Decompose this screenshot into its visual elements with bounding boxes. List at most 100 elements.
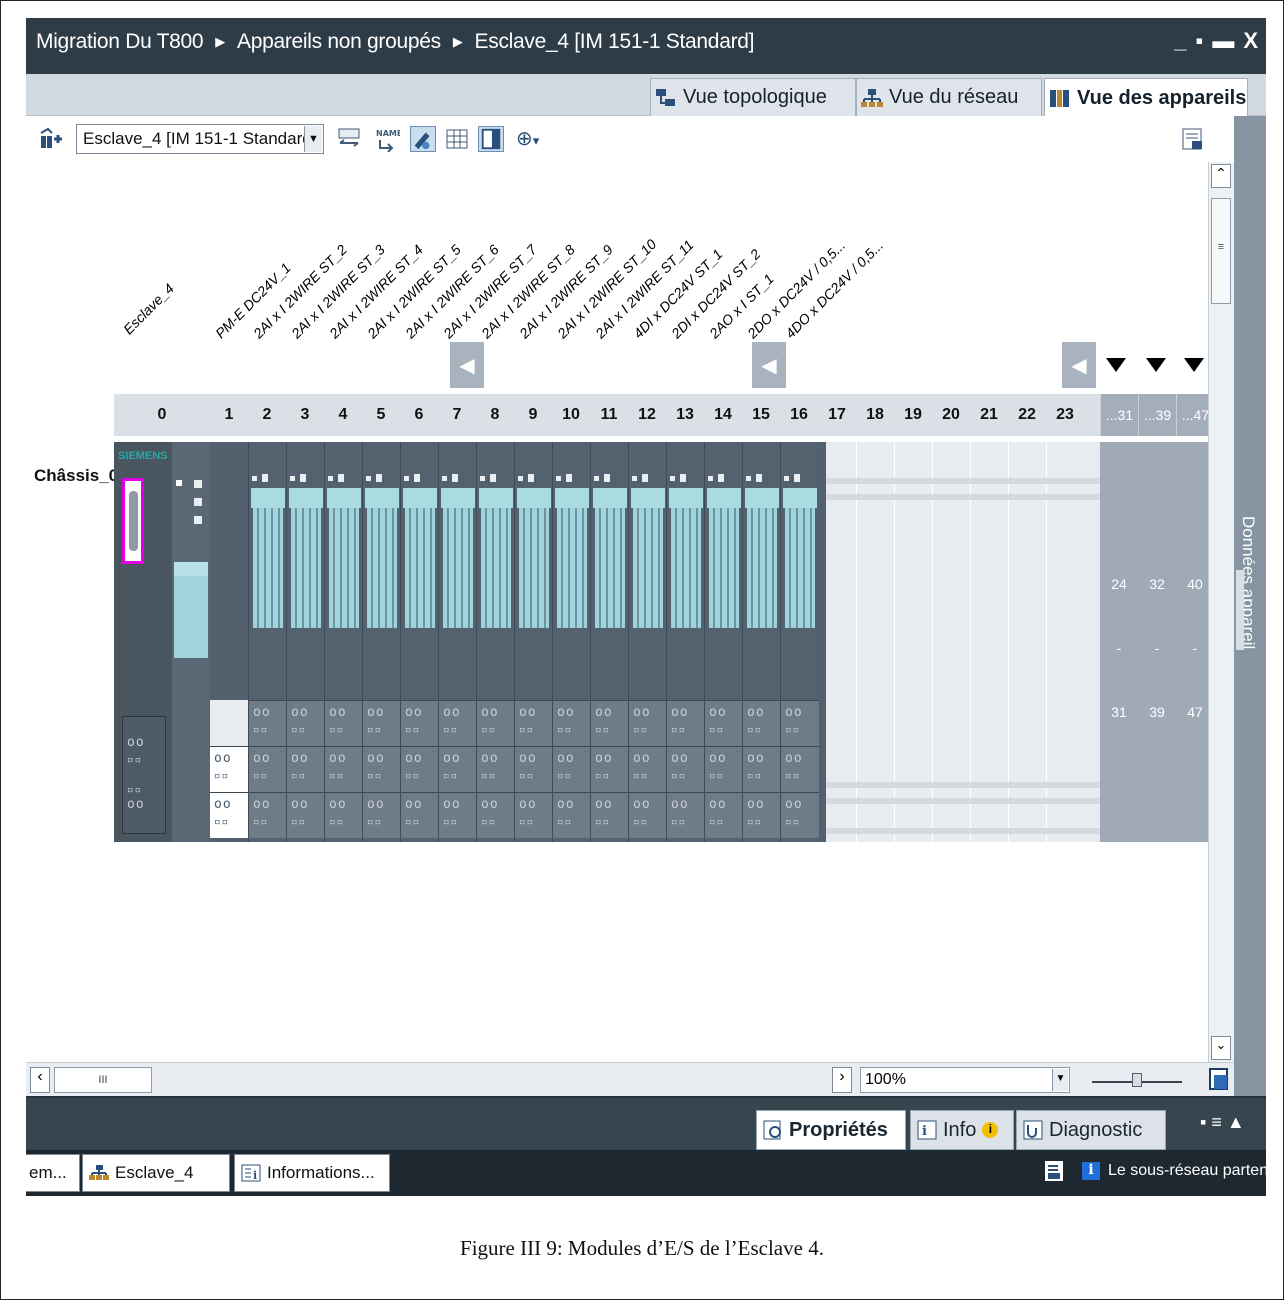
collapsed-slot-group[interactable]: 40 - 47 <box>1176 442 1208 842</box>
scroll-left-icon[interactable]: ‹ <box>30 1067 50 1093</box>
collapsed-slot-from: 32 <box>1149 576 1165 592</box>
tab-device-view[interactable]: Vue des appareils <box>1044 78 1248 117</box>
breadcrumb-project[interactable]: Migration Du T800 <box>36 30 204 54</box>
swap-view-icon[interactable] <box>336 126 362 152</box>
panel-collapse-handle[interactable] <box>1236 570 1244 650</box>
io-module[interactable]: oo ▫▫ oo ▫▫ oo ▫▫ <box>666 442 705 842</box>
io-module[interactable]: oo ▫▫ oo ▫▫ oo ▫▫ <box>324 442 363 842</box>
zoom-dropdown-icon: ▾ <box>532 133 540 148</box>
slot-number: 10 <box>562 406 580 423</box>
io-module[interactable]: oo ▫▫ oo ▫▫ oo ▫▫ <box>742 442 781 842</box>
terminal-block: oo ▫▫ <box>210 746 248 792</box>
vertical-scroll-thumb[interactable]: ≡ <box>1211 198 1231 304</box>
scroll-right-icon[interactable]: › <box>832 1067 852 1093</box>
tab-properties[interactable]: Propriétés <box>756 1110 906 1150</box>
panel-controls-icon[interactable]: ▪ ≡ ▲ <box>1200 1112 1245 1133</box>
expand-slot-icon[interactable] <box>1146 358 1166 372</box>
profibus-connector-icon[interactable] <box>122 478 144 564</box>
tab-topology-view[interactable]: Vue topologique <box>650 78 856 116</box>
expand-slot-icon[interactable] <box>1106 358 1126 372</box>
scroll-down-icon[interactable]: ⌄ <box>1211 1036 1231 1060</box>
zoom-in-icon[interactable]: ⊕▾ <box>516 126 542 152</box>
column-view-icon[interactable] <box>478 126 504 152</box>
slot-number: 19 <box>904 406 922 423</box>
collapsed-slot-number[interactable]: ...39 <box>1138 394 1176 436</box>
device-overview-icon[interactable] <box>38 126 64 152</box>
device-select-value: Esclave_4 [IM 151-1 Standard] <box>83 129 317 148</box>
rail-line <box>826 798 1100 804</box>
task-item-esclave-label: Esclave_4 <box>115 1163 194 1182</box>
scroll-up-icon[interactable]: ⌃ <box>1211 164 1231 188</box>
collapsed-slot-group[interactable]: 24 - 31 <box>1100 442 1138 842</box>
informations-icon: i <box>241 1164 261 1182</box>
io-module[interactable]: oo ▫▫ oo ▫▫ oo ▫▫ <box>628 442 667 842</box>
module-text <box>745 448 779 460</box>
device-select[interactable]: Esclave_4 [IM 151-1 Standard] ▼ <box>76 124 324 154</box>
breadcrumb-group[interactable]: Appareils non groupés <box>237 30 441 54</box>
overview-navigation-icon[interactable] <box>1208 1067 1230 1091</box>
grid-icon[interactable] <box>444 126 470 152</box>
io-module[interactable]: oo ▫▫ oo ▫▫ oo ▫▫ <box>438 442 477 842</box>
slot-number: 20 <box>942 406 960 423</box>
tab-topology-label: Vue topologique <box>683 86 827 108</box>
task-item-0[interactable]: em... <box>26 1154 80 1192</box>
scroll-left-button-3[interactable]: ◀ <box>1062 342 1096 388</box>
figure-caption: Figure III 9: Modules d’E/S de l’Esclave… <box>460 1236 824 1260</box>
zoom-select[interactable]: 100% ▼ <box>860 1067 1070 1093</box>
collapsed-slot-number[interactable]: ...31 <box>1100 394 1138 436</box>
task-item-informations[interactable]: i Informations... <box>234 1154 390 1192</box>
breadcrumb-separator-icon: ▶ <box>452 34 463 49</box>
maximize-icon[interactable]: ▬ <box>1212 28 1234 54</box>
io-module[interactable]: oo ▫▫ oo ▫▫ oo ▫▫ <box>514 442 553 842</box>
scroll-left-button[interactable]: ◀ <box>450 342 484 388</box>
horizontal-scroll-thumb[interactable]: III <box>54 1067 152 1093</box>
module-text <box>327 448 361 460</box>
status-message[interactable]: i Le sous-réseau partena <box>1082 1162 1266 1180</box>
collapsed-slot-number[interactable]: ...47 <box>1176 394 1208 436</box>
chevron-down-icon[interactable]: ▼ <box>1052 1069 1068 1091</box>
name-label-icon[interactable]: NAME <box>374 126 400 152</box>
expand-slot-icon[interactable] <box>1184 358 1204 372</box>
vertical-scrollbar[interactable]: ⌃ ≡ ⌄ <box>1208 162 1234 1062</box>
io-module[interactable]: oo ▫▫ oo ▫▫ oo ▫▫ <box>704 442 743 842</box>
device-canvas[interactable]: Esclave_4 PM-E DC24V_1 2AI x I 2WIRE ST_2… <box>26 162 1208 1062</box>
io-module[interactable]: oo ▫▫ oo ▫▫ oo ▫▫ <box>362 442 401 842</box>
module-text <box>251 448 285 460</box>
module-text <box>441 448 475 460</box>
tab-diagnostic[interactable]: Diagnostic <box>1016 1110 1166 1150</box>
chevron-down-icon[interactable]: ▼ <box>304 126 322 152</box>
power-module-base <box>210 700 248 746</box>
properties-panel-icon[interactable] <box>1180 126 1206 152</box>
siemens-logo: SIEMENS <box>118 450 168 462</box>
close-icon[interactable]: X <box>1243 28 1258 54</box>
horizontal-scrollbar[interactable]: ‹ III › 100% ▼ <box>26 1062 1234 1096</box>
task-item-esclave[interactable]: Esclave_4 <box>82 1154 230 1192</box>
edit-mode-icon[interactable] <box>410 126 436 152</box>
io-module[interactable]: oo ▫▫ oo ▫▫ oo ▫▫ <box>476 442 515 842</box>
io-module[interactable]: oo ▫▫ oo ▫▫ oo ▫▫ <box>780 442 819 842</box>
interface-module[interactable]: SIEMENS oo ▫▫ ▫▫ oo <box>114 442 172 842</box>
io-module[interactable]: oo ▫▫ oo ▫▫ oo ▫▫ <box>590 442 629 842</box>
collapsed-slot-group[interactable]: 32 - 39 <box>1138 442 1176 842</box>
power-module[interactable] <box>172 442 210 842</box>
breadcrumb: Migration Du T800 ▶ Appareils non groupé… <box>36 30 754 54</box>
minimize-icon[interactable]: _ <box>1174 28 1186 54</box>
rail-line <box>826 478 1100 484</box>
restore-icon[interactable]: ▪ <box>1196 28 1204 54</box>
io-module[interactable]: oo ▫▫ oo ▫▫ oo ▫▫ <box>400 442 439 842</box>
slot-number: 14 <box>714 406 732 423</box>
collapsed-slot-to: 47 <box>1187 704 1203 720</box>
tab-network-view[interactable]: Vue du réseau <box>856 78 1042 116</box>
zoom-slider[interactable] <box>1092 1073 1182 1089</box>
slot-number: 8 <box>490 406 500 423</box>
io-module[interactable]: oo ▫▫ oo ▫▫ oo ▫▫ <box>286 442 325 842</box>
breadcrumb-separator-icon: ▶ <box>215 34 225 49</box>
collapsed-slot-dash: - <box>1192 640 1198 656</box>
breadcrumb-device[interactable]: Esclave_4 [IM 151-1 Standard] <box>475 30 755 54</box>
compile-status-icon[interactable] <box>1044 1160 1066 1184</box>
io-module[interactable]: oo ▫▫ oo ▫▫ oo ▫▫ <box>248 442 287 842</box>
taskbar: em... Esclave_4 i Informations... i Le s… <box>26 1150 1266 1196</box>
scroll-left-button-2[interactable]: ◀ <box>752 342 786 388</box>
io-module[interactable]: oo ▫▫ oo ▫▫ oo ▫▫ <box>552 442 591 842</box>
tab-info[interactable]: i Info i <box>910 1110 1014 1150</box>
